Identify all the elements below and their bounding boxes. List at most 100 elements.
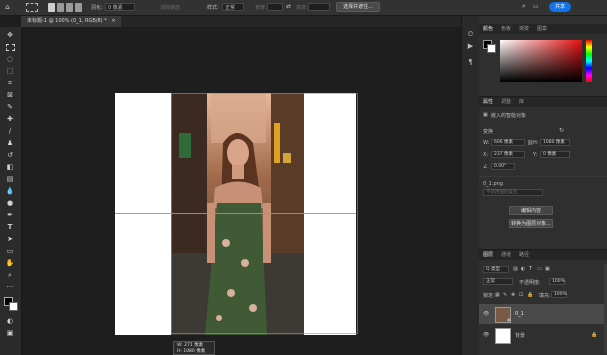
options-bar: ⌂ 羽化: 0 像素 消除锯齿 样式: 正常 宽度: ⇄ 高度: 选择并遮住..… — [0, 0, 607, 16]
path-selection-icon[interactable]: ➤ — [5, 235, 15, 243]
width-input[interactable] — [267, 3, 283, 11]
dodge-tool-icon[interactable]: ● — [5, 199, 15, 207]
tab-properties[interactable]: 属性 — [483, 97, 493, 107]
lock-pixels-icon[interactable]: ▦ — [495, 292, 500, 298]
layer-thumbnail — [495, 328, 511, 344]
properties-panel-tabs: 属性 调整 库 — [479, 97, 607, 107]
filter-adjust-icon[interactable]: ◐ — [521, 266, 525, 272]
select-and-mask-button[interactable]: 选择并遮住... — [336, 2, 380, 12]
color-picker-field[interactable] — [500, 40, 582, 82]
collapsed-panel-strip: ⏲ ▶ ¶ — [461, 16, 480, 355]
tab-adjustments[interactable]: 调整 — [501, 97, 511, 107]
height-field[interactable]: 1080 像素 — [540, 139, 570, 146]
visibility-eye-icon[interactable]: 👁 — [483, 332, 489, 338]
home-icon[interactable]: ⌂ — [3, 3, 12, 12]
fill-field[interactable]: 100% — [551, 291, 567, 298]
pen-tool-icon[interactable]: ✒ — [5, 211, 15, 219]
move-tool-icon[interactable]: ✥ — [5, 31, 15, 39]
layer-row-0_1[interactable]: 👁 ▣ 0_1 — [479, 304, 607, 324]
marquee-tool-preset-icon[interactable] — [26, 3, 38, 12]
tab-color[interactable]: 颜色 — [483, 24, 493, 34]
blend-mode-select[interactable]: 正常 — [483, 278, 513, 285]
zoom-tool-icon[interactable]: ⌕ — [5, 271, 15, 279]
more-tools-icon[interactable]: ··· — [5, 283, 15, 291]
visibility-eye-icon[interactable]: 👁 — [483, 311, 489, 317]
lock-move-icon[interactable]: ✥ — [511, 292, 515, 298]
reset-transform-icon[interactable]: ↻ — [559, 127, 564, 134]
angle-icon: ∠ — [483, 164, 488, 170]
hue-slider[interactable] — [586, 40, 592, 82]
tab-gradients[interactable]: 渐变 — [519, 24, 529, 34]
frame-tool-icon[interactable]: ⊠ — [5, 91, 15, 99]
blur-tool-icon[interactable]: 💧 — [5, 187, 15, 195]
gradient-tool-icon[interactable]: ▤ — [5, 175, 15, 183]
rectangular-marquee-icon[interactable] — [5, 43, 15, 51]
eyedropper-icon[interactable]: ✎ — [5, 103, 15, 111]
angle-field[interactable]: 0.00° — [491, 163, 515, 170]
history-icon[interactable]: ⏲ — [466, 30, 475, 39]
layer-comp-select[interactable]: 不适用图层复合 — [483, 189, 543, 196]
lock-label: 锁定: — [483, 293, 495, 299]
tab-libraries[interactable]: 库 — [519, 97, 524, 107]
search-icon[interactable]: ⌕ — [522, 2, 526, 11]
rectangle-tool-icon[interactable]: ▭ — [5, 247, 15, 255]
edit-contents-button[interactable]: 编辑内容 — [509, 206, 553, 215]
history-brush-icon[interactable]: ↺ — [5, 151, 15, 159]
add-selection-icon[interactable] — [57, 3, 64, 12]
background-color-swatch[interactable] — [9, 302, 18, 311]
filter-smart-icon[interactable]: ▣ — [545, 266, 550, 272]
feather-input[interactable]: 0 像素 — [105, 3, 135, 11]
filter-pixel-icon[interactable]: ▨ — [513, 266, 518, 272]
style-select[interactable]: 正常 — [222, 3, 244, 11]
document-tab[interactable]: 未标题-1 @ 100% (0_1, RGB/8) * × — [21, 16, 121, 27]
lasso-tool-icon[interactable]: ◌ — [5, 55, 15, 63]
width-field[interactable]: 606 像素 — [491, 139, 525, 146]
lock-paint-icon[interactable]: ✎ — [503, 292, 507, 298]
layer-filter-select[interactable]: Q 类型 — [483, 266, 509, 273]
screen-mode-icon[interactable]: ▣ — [5, 329, 15, 337]
height-label: 高度: — [296, 5, 308, 11]
hand-tool-icon[interactable]: ✋ — [5, 259, 15, 267]
eraser-icon[interactable]: ◧ — [5, 163, 15, 171]
crop-tool-icon[interactable]: ⌗ — [5, 79, 15, 87]
actions-icon[interactable]: ▶ — [466, 42, 475, 51]
paragraph-icon[interactable]: ¶ — [466, 58, 475, 67]
x-field[interactable]: 237 像素 — [491, 151, 525, 158]
clone-stamp-icon[interactable]: ♟ — [5, 139, 15, 147]
swap-icon[interactable]: ⇄ — [286, 3, 291, 10]
bg-swatch[interactable] — [487, 44, 496, 53]
intersect-selection-icon[interactable] — [75, 3, 82, 12]
layer-row-background[interactable]: 👁 背景 🔒 — [479, 325, 607, 345]
height-input[interactable] — [308, 3, 330, 11]
share-button[interactable]: 共享 — [549, 2, 571, 12]
width-label: 宽度: — [255, 5, 267, 11]
convert-to-layers-button[interactable]: 转换为图层对象... — [509, 219, 553, 228]
tab-swatches[interactable]: 色板 — [501, 24, 511, 34]
workspace-icon[interactable]: ▭ — [533, 3, 539, 10]
lock-all-icon[interactable]: 🔒 — [527, 292, 533, 298]
tab-channels[interactable]: 通道 — [501, 250, 511, 260]
object-selection-icon[interactable]: ⬚ — [5, 67, 15, 75]
opacity-field[interactable]: 100% — [549, 278, 565, 285]
type-tool-icon[interactable]: T — [5, 223, 15, 231]
layer-name: 0_1 — [515, 311, 524, 317]
tab-layers[interactable]: 图层 — [483, 250, 493, 260]
antialias-label[interactable]: 消除锯齿 — [160, 4, 180, 11]
subtract-selection-icon[interactable] — [66, 3, 73, 12]
fill-label: 填充: — [539, 293, 551, 299]
brush-tool-icon[interactable]: ∕ — [5, 127, 15, 135]
filter-type-icon[interactable]: T — [529, 266, 532, 272]
filter-shape-icon[interactable]: ▭ — [537, 266, 542, 272]
tab-paths[interactable]: 路径 — [519, 250, 529, 260]
opacity-label: 不透明度: — [519, 280, 541, 286]
document-tab-bar: 未标题-1 @ 100% (0_1, RGB/8) * × — [21, 16, 461, 27]
close-tab-icon[interactable]: × — [111, 18, 115, 24]
tools-panel: ✥ ◌ ⬚ ⌗ ⊠ ✎ ✚ ∕ ♟ ↺ ◧ ▤ 💧 ● ✒ T ➤ ▭ ✋ ⌕ … — [0, 27, 22, 355]
y-field[interactable]: 0 像素 — [540, 151, 570, 158]
tab-patterns[interactable]: 图案 — [537, 24, 547, 34]
y-label: Y: — [533, 152, 538, 158]
quick-mask-icon[interactable]: ◐ — [5, 317, 15, 325]
lock-artboard-icon[interactable]: ⊡ — [519, 292, 523, 298]
healing-brush-icon[interactable]: ✚ — [5, 115, 15, 123]
new-selection-icon[interactable] — [48, 3, 55, 12]
